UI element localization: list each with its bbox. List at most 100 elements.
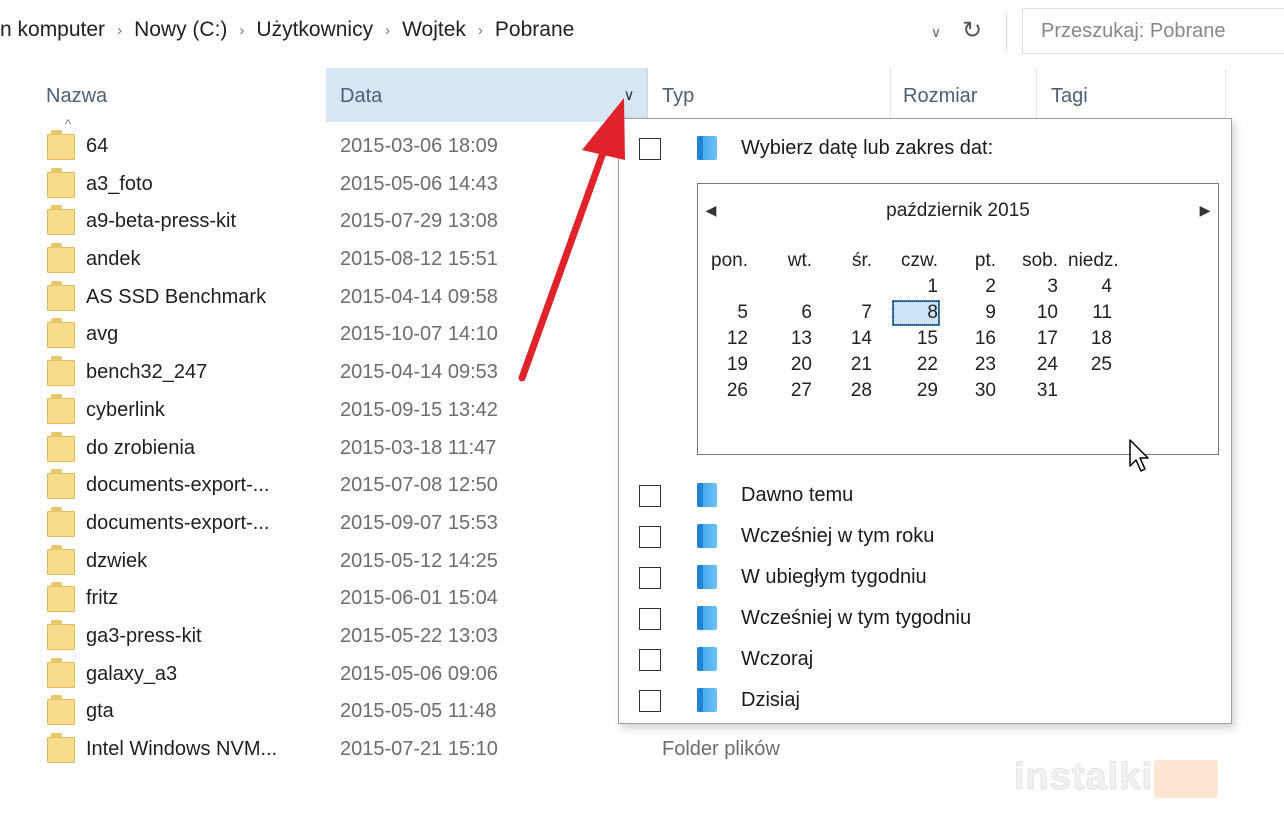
column-header-date[interactable]: Data [326,68,648,122]
calendar-day[interactable]: 29 [894,380,938,402]
calendar-day[interactable]: 1 [894,276,938,298]
calendar-day[interactable]: 23 [952,354,996,376]
column-header-name[interactable]: Nazwa ^ [0,68,326,132]
breadcrumb-item[interactable]: Wojtek [402,18,466,42]
column-header-size[interactable]: Rozmiar [890,68,1036,122]
calendar-day[interactable]: 2 [952,276,996,298]
breadcrumb-separator-icon[interactable]: › [385,22,390,39]
breadcrumb: n komputer › Nowy (C:) › Użytkownicy › Wojtek ›… [0,8,900,52]
file-date: 2015-05-05 11:48 [340,700,497,723]
file-date: 2015-09-07 15:53 [340,511,498,534]
calendar-day[interactable]: 25 [1068,354,1112,376]
filter-option-label[interactable]: Wcześniej w tym roku [741,523,934,549]
calendar-day[interactable]: 22 [894,354,938,376]
calendar-day[interactable]: 28 [828,380,872,402]
breadcrumb-item[interactable]: n komputer [0,18,105,42]
folder-icon [47,393,75,424]
calendar-day[interactable]: 19 [704,354,748,376]
date-group-icon [697,483,717,507]
calendar-day-today[interactable]: 8 [893,301,939,325]
address-bar: n komputer › Nowy (C:) › Użytkownicy › Wojtek ›… [0,0,1284,62]
file-name: bench32_247 [86,361,208,384]
refresh-icon[interactable]: ↻ [956,15,988,47]
file-name: ga3-press-kit [86,624,202,647]
filter-option-checkbox[interactable] [639,485,661,507]
calendar-day[interactable]: 12 [704,328,748,350]
chevron-down-icon[interactable]: ∨ [924,20,948,44]
folder-icon [47,167,75,198]
calendar-day[interactable]: 11 [1068,302,1112,324]
breadcrumb-item[interactable]: Nowy (C:) [134,18,227,42]
calendar-day[interactable]: 18 [1068,328,1112,350]
calendar-day[interactable]: 10 [1014,302,1058,324]
search-input[interactable]: Przeszukaj: Pobrane [1022,8,1284,54]
filter-option-label[interactable]: W ubiegłym tygodniu [741,564,927,590]
calendar-day[interactable]: 4 [1068,276,1112,298]
calendar-day[interactable]: 17 [1014,328,1058,350]
option-select-date-label[interactable]: Wybierz datę lub zakres dat: [741,135,993,161]
file-name: documents-export-... [86,511,270,534]
filter-option-checkbox[interactable] [639,690,661,712]
calendar-day[interactable]: 3 [1014,276,1058,298]
calendar-day[interactable]: 26 [704,380,748,402]
date-group-icon [697,688,717,712]
date-group-icon [697,565,717,589]
date-group-icon [697,647,717,671]
file-name: a3_foto [86,172,153,195]
breadcrumb-separator-icon[interactable]: › [478,22,483,39]
next-month-icon[interactable]: ▶ [1196,202,1214,219]
file-name: documents-export-... [86,474,270,497]
filter-option-label[interactable]: Wcześniej w tym tygodniu [741,605,971,631]
filter-option-checkbox[interactable] [639,608,661,630]
file-date: 2015-06-01 15:04 [340,587,498,610]
calendar-day[interactable]: 21 [828,354,872,376]
filter-option-label[interactable]: Wczoraj [741,646,813,672]
filter-option-label[interactable]: Dzisiaj [741,687,800,713]
calendar-day[interactable]: 5 [704,302,748,324]
filter-option-checkbox[interactable] [639,649,661,671]
date-group-icon [697,524,717,548]
column-header-type[interactable]: Typ [650,68,890,122]
breadcrumb-item[interactable]: Użytkownicy [256,18,373,42]
filter-option-checkbox[interactable] [639,567,661,589]
calendar-day[interactable]: 9 [952,302,996,324]
breadcrumb-separator-icon[interactable]: › [117,22,122,39]
column-header-label: Typ [662,85,695,107]
calendar-day[interactable]: 7 [828,302,872,324]
file-date: 2015-08-12 15:51 [340,248,498,271]
file-date: 2015-04-14 09:58 [340,285,498,308]
file-date: 2015-05-06 14:43 [340,172,498,195]
filter-option-checkbox[interactable] [639,526,661,548]
filter-dropdown-chevron-icon[interactable]: ∨ [618,84,640,108]
file-name: gta [86,700,114,723]
file-name: andek [86,248,141,271]
calendar-day[interactable]: 31 [1014,380,1058,402]
folder-icon [47,356,75,387]
calendar-day[interactable]: 27 [768,380,812,402]
breadcrumb-separator-icon[interactable]: › [239,22,244,39]
calendar-day[interactable]: 13 [768,328,812,350]
calendar-day[interactable]: 15 [894,328,938,350]
filter-option-label[interactable]: Dawno temu [741,482,853,508]
weekday-label: sob. [1022,250,1058,271]
file-date: 2015-09-15 13:42 [340,398,498,421]
calendar-day[interactable]: 6 [768,302,812,324]
file-name: galaxy_a3 [86,662,178,685]
column-header-tags[interactable]: Tagi [1036,68,1226,122]
weekday-label: pon. [711,250,748,271]
file-date: 2015-05-12 14:25 [340,549,498,572]
mouse-cursor-icon [1129,439,1149,472]
checkbox-select-date[interactable] [639,138,661,160]
calendar-day[interactable]: 16 [952,328,996,350]
column-header-label: Tagi [1051,85,1088,107]
breadcrumb-item[interactable]: Pobrane [495,18,574,42]
calendar-day[interactable]: 30 [952,380,996,402]
calendar-day[interactable]: 20 [768,354,812,376]
folder-icon [47,695,75,726]
file-date: 2015-10-07 14:10 [340,323,498,346]
file-name: Intel Windows NVM... [86,738,278,760]
file-name: do zrobienia [86,436,195,459]
calendar-day[interactable]: 14 [828,328,872,350]
file-name: AS SSD Benchmark [86,285,267,308]
calendar-day[interactable]: 24 [1014,354,1058,376]
